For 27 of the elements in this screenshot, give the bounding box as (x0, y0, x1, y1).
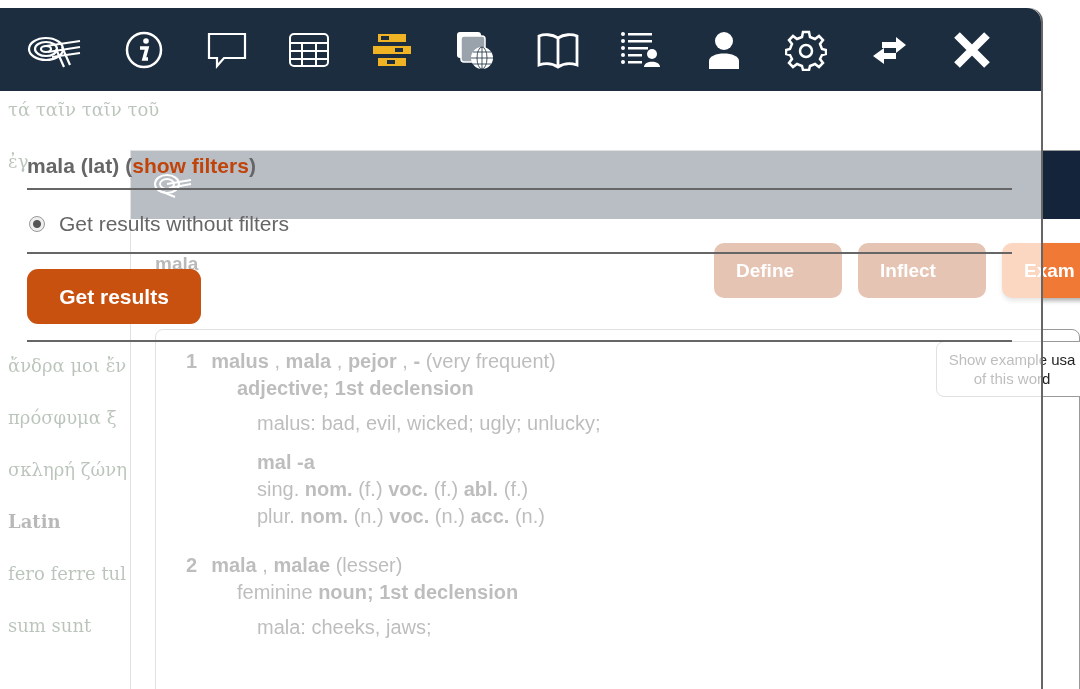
stem-text: mal -a (257, 451, 315, 474)
radio-button[interactable] (29, 216, 45, 232)
entry-headword: mala , malae (lesser) (211, 554, 403, 577)
section-heading: Latin (8, 510, 61, 534)
settings-icon[interactable] (785, 28, 828, 71)
text-line: τά ταῖν ταῖν τοῦ (8, 98, 160, 122)
inflection-text: sing. nom. (f.) voc. (f.) abl. (f.) (257, 478, 529, 501)
text-line: σκληρή ζώνη (8, 458, 127, 482)
text-line: sum sunt (8, 614, 92, 638)
text-line: ἐγ (8, 150, 29, 172)
radio-label[interactable]: Get results without filters (59, 212, 289, 236)
paren-text: ) (248, 153, 256, 179)
paren-text: ( (125, 153, 133, 179)
text-line: fero ferre tul (8, 562, 126, 586)
show-filters-link[interactable]: show filters (132, 153, 249, 179)
inflection-text: plur. nom. (n.) voc. (n.) acc. (n.) (257, 505, 545, 528)
text-line: ἄνδρα μοι ἔν (8, 354, 127, 378)
get-results-button[interactable]: Get results (27, 269, 201, 324)
entry-number: 2 (186, 554, 198, 577)
text-line: πρόσφυμα ξ (8, 406, 117, 430)
query-label: mala (lat) (27, 154, 120, 179)
meaning-text: malus: bad, evil, wicked; ugly; unlucky; (257, 412, 601, 435)
entry-number: 1 (186, 350, 198, 373)
meaning-text: mala: cheeks, jaws; (257, 616, 432, 639)
entry-headword: malus , mala , pejor , - (very frequent) (211, 350, 556, 373)
part-of-speech: feminine noun; 1st declension (237, 581, 519, 604)
part-of-speech: adjective; 1st declension (237, 377, 474, 400)
